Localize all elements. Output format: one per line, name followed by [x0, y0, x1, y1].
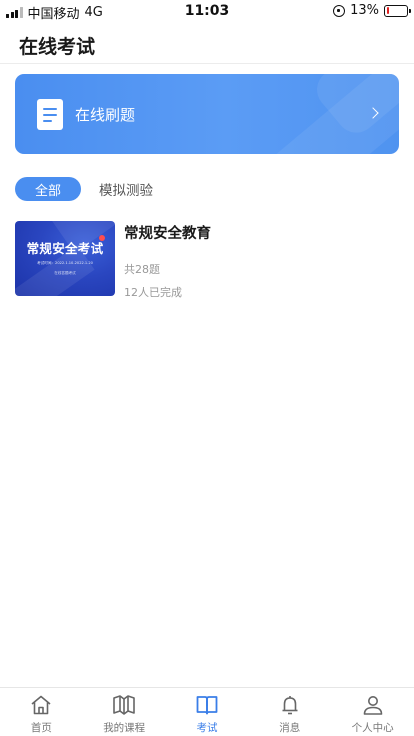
battery-icon [384, 4, 411, 17]
tab-mock-test[interactable]: 模拟测验 [99, 177, 153, 201]
nav-item-exam[interactable]: 考试 [166, 688, 249, 736]
user-icon [363, 696, 382, 715]
cover-title: 常规安全考试 [26, 241, 104, 256]
nav-item-messages[interactable]: 消息 [248, 688, 331, 736]
exam-list-item[interactable]: 常规安全考试 考试时间：2022.1.10-2022.1.20 在线答题考试 常… [15, 221, 399, 301]
status-right: 13% [333, 3, 411, 18]
nav-label: 消息 [279, 722, 301, 734]
exam-title: 常规安全教育 [124, 226, 211, 242]
orientation-lock-icon [333, 4, 346, 17]
banner-label: 在线刷题 [75, 106, 136, 124]
exam-question-count: 共28题 [124, 263, 160, 276]
bottom-nav: 首页 我的课程 考试 消息 个人中心 [0, 687, 414, 736]
exam-icon [196, 696, 218, 715]
document-icon [37, 99, 63, 130]
home-icon [31, 695, 51, 715]
cover-badge [99, 235, 105, 241]
status-bar: 中国移动 4G 11:03 13% [0, 0, 414, 22]
nav-label: 我的课程 [103, 722, 146, 734]
nav-label: 个人中心 [351, 722, 394, 734]
battery-level [386, 7, 389, 14]
book-icon [113, 695, 135, 715]
nav-label: 首页 [30, 722, 52, 734]
nav-item-my-courses[interactable]: 我的课程 [83, 688, 166, 736]
cover-subtitle: 在线答题考试 [54, 271, 76, 275]
nav-item-home[interactable]: 首页 [0, 688, 83, 736]
header: 在线考试 [0, 22, 414, 64]
online-practice-banner[interactable]: 在线刷题 [15, 74, 399, 154]
cover-exam-time: 考试时间：2022.1.10-2022.1.20 [37, 261, 93, 265]
bell-icon [282, 696, 298, 715]
exam-completed-count: 12人已完成 [124, 286, 182, 299]
nav-item-profile[interactable]: 个人中心 [331, 688, 414, 736]
tab-all[interactable]: 全部 [15, 177, 81, 201]
nav-label: 考试 [196, 722, 218, 734]
battery-percent: 13% [350, 3, 379, 18]
page-title: 在线考试 [19, 36, 96, 58]
exam-cover-image: 常规安全考试 考试时间：2022.1.10-2022.1.20 在线答题考试 [15, 221, 115, 296]
